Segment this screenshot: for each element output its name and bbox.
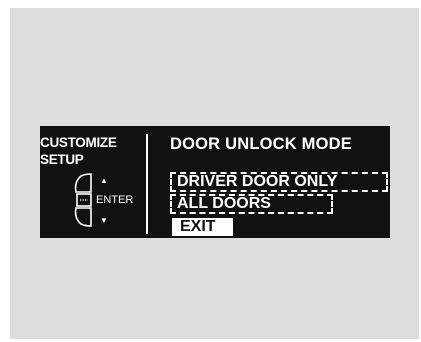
title-line-2: SETUP — [40, 152, 84, 167]
customize-setup-title: CUSTOMIZE SETUP — [40, 134, 117, 168]
door-unlock-mode-title: DOOR UNLOCK MODE — [170, 135, 352, 153]
option-driver-door-only[interactable]: DRIVER DOOR ONLY — [170, 172, 388, 192]
enter-label: ENTER — [96, 194, 134, 206]
down-arrow-icon: ▼ — [100, 216, 108, 225]
exit-option[interactable]: EXIT — [172, 218, 233, 236]
background-panel: CUSTOMIZE SETUP ▲ ENTER ▼ DOOR UNLOCK MO… — [10, 8, 419, 339]
up-arrow-icon: ▲ — [100, 176, 108, 185]
info-display: CUSTOMIZE SETUP ▲ ENTER ▼ DOOR UNLOCK MO… — [40, 126, 390, 238]
selector-knob-icon[interactable] — [73, 172, 93, 228]
display-divider — [146, 134, 148, 234]
title-line-1: CUSTOMIZE — [40, 135, 117, 150]
option-all-doors[interactable]: ALL DOORS — [170, 194, 333, 214]
